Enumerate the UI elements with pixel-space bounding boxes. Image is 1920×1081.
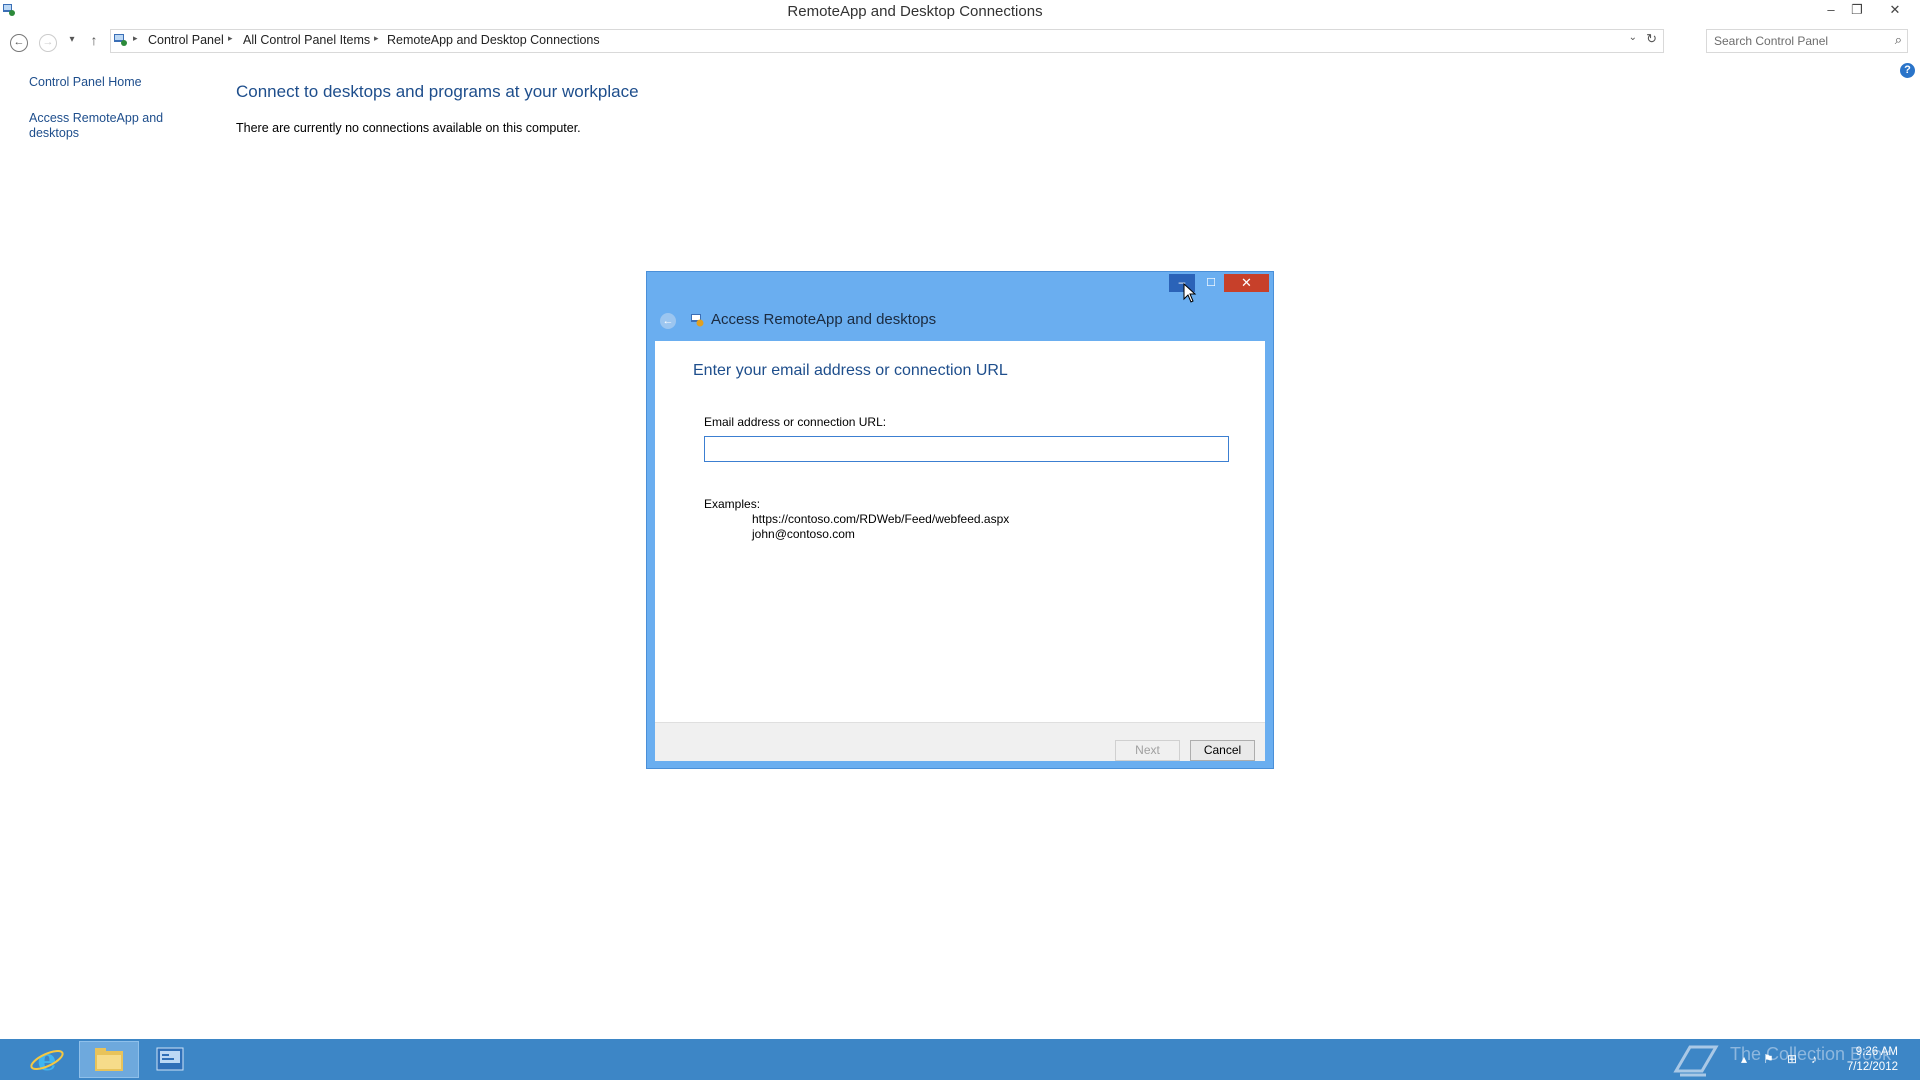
minimize-button[interactable]: – [1818, 0, 1844, 20]
forward-button[interactable]: → [37, 29, 59, 52]
control-panel-taskbar-button[interactable] [140, 1041, 200, 1078]
mouse-cursor-icon [1183, 283, 1197, 303]
dialog-maximize-button[interactable]: ☐ [1198, 274, 1224, 292]
cancel-button[interactable]: Cancel [1190, 740, 1255, 761]
dialog-footer: Next Cancel [655, 722, 1265, 761]
forward-arrow-icon: → [39, 34, 57, 52]
volume-icon[interactable]: ♪ [1811, 1052, 1817, 1066]
search-placeholder: Search Control Panel [1714, 34, 1829, 48]
control-panel-taskbar-icon [156, 1047, 184, 1071]
close-button[interactable]: ✕ [1880, 0, 1910, 20]
status-text: There are currently no connections avail… [236, 121, 581, 135]
network-icon[interactable]: ⊞ [1787, 1052, 1797, 1066]
breadcrumb-remoteapp[interactable]: RemoteApp and Desktop Connections [387, 33, 600, 47]
watermark-book-icon [1673, 1045, 1719, 1077]
control-panel-icon [114, 34, 127, 46]
remoteapp-icon [691, 314, 704, 327]
up-button[interactable]: ↑ [83, 29, 105, 51]
dialog-title: Access RemoteApp and desktops [711, 311, 937, 328]
breadcrumb-all-items[interactable]: All Control Panel Items [243, 33, 370, 47]
refresh-icon[interactable]: ↻ [1646, 31, 1657, 47]
file-explorer-button[interactable] [79, 1041, 139, 1078]
restore-button[interactable]: ❐ [1844, 0, 1870, 20]
dialog-back-button[interactable]: ← [660, 313, 676, 329]
dialog-body: Enter your email address or connection U… [655, 341, 1265, 722]
clock-date: 7/12/2012 [1846, 1061, 1898, 1073]
breadcrumb-separator[interactable]: ▸ [374, 33, 379, 44]
address-dropdown-icon[interactable]: ⌄ [1629, 32, 1637, 43]
example-email: john@contoso.com [752, 527, 855, 541]
action-center-flag-icon[interactable]: ⚑ [1763, 1052, 1774, 1066]
recent-locations-button[interactable]: ▾ [61, 29, 83, 51]
svg-text:e: e [37, 1043, 56, 1078]
breadcrumb-separator[interactable]: ▸ [228, 33, 233, 44]
search-icon[interactable]: ⌕ [1895, 32, 1902, 48]
breadcrumb-separator[interactable]: ▸ [133, 33, 138, 44]
help-icon[interactable]: ? [1900, 63, 1915, 78]
search-box[interactable]: Search Control Panel ⌕ [1706, 29, 1908, 53]
folder-icon [95, 1048, 123, 1071]
window-titlebar: RemoteApp and Desktop Connections – ❐ ✕ [0, 0, 1920, 24]
internet-explorer-button[interactable]: e [17, 1041, 77, 1078]
clock-time: 9:26 AM [1855, 1046, 1898, 1058]
dialog-heading: Enter your email address or connection U… [693, 362, 1008, 379]
back-arrow-icon: ← [10, 34, 28, 52]
taskbar: e The Collection Book ▴ ⚑ ⊞ ♪ 9:26 AM 7/… [0, 1039, 1920, 1080]
connection-url-label: Email address or connection URL: [704, 415, 887, 429]
connection-url-input[interactable] [704, 436, 1229, 462]
access-remoteapp-dialog: – ☐ ✕ ← Access RemoteApp and desktops En… [646, 271, 1274, 769]
access-remoteapp-link[interactable]: Access RemoteApp and desktops [29, 111, 169, 141]
page-heading: Connect to desktops and programs at your… [236, 82, 639, 101]
back-button[interactable]: ← [8, 29, 30, 52]
control-panel-home-link[interactable]: Control Panel Home [29, 75, 142, 90]
internet-explorer-icon: e [30, 1043, 64, 1078]
examples-label: Examples: [704, 497, 761, 511]
next-button[interactable]: Next [1115, 740, 1180, 761]
show-hidden-icons-icon[interactable]: ▴ [1741, 1052, 1747, 1066]
breadcrumb-control-panel[interactable]: Control Panel [148, 33, 224, 47]
dialog-close-button[interactable]: ✕ [1224, 274, 1269, 292]
system-clock[interactable]: 9:26 AM 7/12/2012 [1847, 1045, 1898, 1075]
navigation-bar: ← → ▾ ↑ ▸ Control Panel ▸ All Control Pa… [0, 27, 1920, 53]
window-title: RemoteApp and Desktop Connections [787, 3, 1043, 20]
example-url: https://contoso.com/RDWeb/Feed/webfeed.a… [752, 512, 1010, 526]
address-bar[interactable]: ▸ Control Panel ▸ All Control Panel Item… [110, 29, 1664, 53]
